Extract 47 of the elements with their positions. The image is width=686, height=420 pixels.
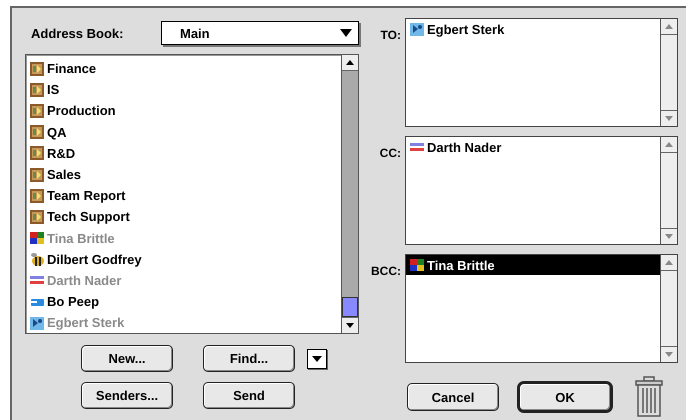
folder-figure-icon	[29, 124, 45, 140]
folder-figure-icon	[29, 60, 45, 77]
dialog-button[interactable]: Cancel	[407, 383, 499, 411]
folder-figure-icon	[29, 145, 45, 162]
address-list-item[interactable]: Team Report	[26, 185, 341, 206]
recipient-field-label: BCC:	[370, 263, 401, 280]
folder-figure-icon	[29, 208, 45, 225]
scroll-bar[interactable]	[341, 55, 358, 333]
address-book-dropdown[interactable]: Main	[161, 21, 359, 45]
address-list-item[interactable]: IS	[26, 79, 341, 100]
address-list-item[interactable]: Finance	[26, 58, 341, 80]
scroll-bar[interactable]	[660, 19, 677, 126]
caret-icon	[312, 356, 322, 362]
recipient-field-label: CC:	[378, 145, 401, 162]
recipient-item[interactable]: Darth Nader	[406, 137, 660, 157]
address-list-item[interactable]: Dilbert Godfrey	[26, 248, 341, 270]
options-dropdown[interactable]	[307, 348, 327, 368]
folder-figure-icon	[29, 188, 45, 204]
recipient-item[interactable]: Tina Brittle	[406, 255, 660, 275]
address-list-item[interactable]: QA	[26, 122, 341, 143]
dialog-button[interactable]: New...	[81, 345, 173, 372]
folder-figure-icon	[29, 166, 45, 183]
address-book-label: Address Book:	[31, 26, 124, 40]
recipient-list[interactable]: Egbert Sterk	[405, 18, 678, 127]
address-list-item[interactable]: Bo Peep	[26, 291, 341, 312]
address-list-item[interactable]: R&D	[26, 142, 341, 164]
dialog-button[interactable]: Senders...	[81, 382, 173, 409]
recipient-item[interactable]: Egbert Sterk	[406, 19, 660, 39]
scroll-bar[interactable]	[660, 137, 677, 244]
address-list-item[interactable]: Production	[26, 100, 341, 122]
recipient-list[interactable]: Darth Nader	[405, 136, 678, 245]
recipient-list[interactable]: Tina Brittle	[405, 254, 678, 363]
color-squares-icon	[29, 230, 45, 246]
scroll-thumb[interactable]	[342, 297, 358, 317]
bee-icon	[29, 251, 45, 268]
scroll-bar[interactable]	[660, 255, 677, 362]
address-list-item[interactable]: Sales	[26, 164, 341, 186]
color-squares-icon	[409, 257, 425, 273]
dialog-button[interactable]: Send	[203, 382, 295, 409]
address-list-item[interactable]: Tech Support	[26, 206, 341, 228]
caret-icon	[340, 29, 352, 37]
trash-can-icon[interactable]	[635, 376, 663, 418]
folder-figure-icon	[29, 82, 45, 98]
recipient-field-label: TO:	[380, 27, 401, 44]
dialog-button[interactable]: Find...	[203, 345, 295, 372]
folder-figure-icon	[29, 102, 45, 119]
dialog-button[interactable]: OK	[517, 381, 613, 413]
